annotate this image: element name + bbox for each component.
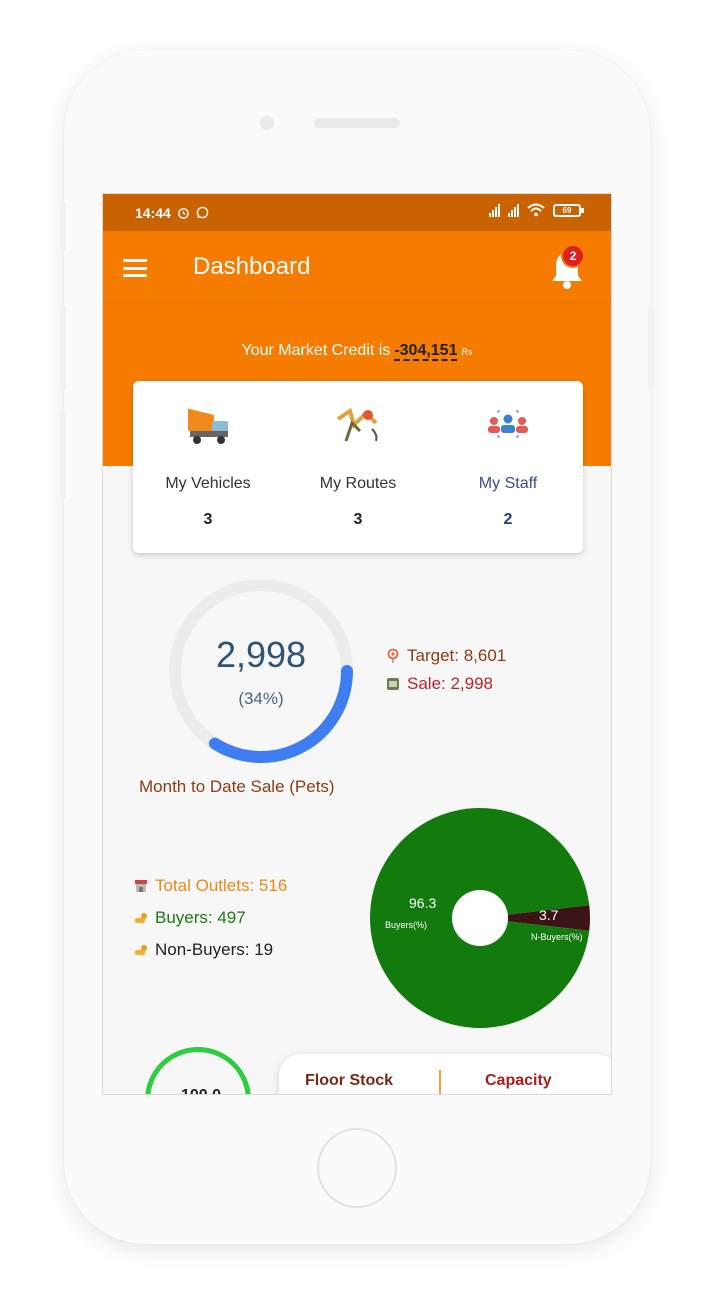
home-button[interactable] bbox=[317, 1128, 397, 1208]
card-label: My Staff bbox=[478, 475, 538, 492]
side-button bbox=[60, 412, 66, 498]
page-title: Dashboard bbox=[193, 253, 311, 280]
card-count: 3 bbox=[353, 511, 363, 528]
sale-text: Sale: 2,998 bbox=[407, 674, 494, 693]
hand-money-icon bbox=[135, 913, 147, 923]
my-vehicles-item[interactable]: My Vehicles 3 bbox=[133, 381, 283, 553]
divider bbox=[439, 1070, 441, 1094]
capacity-label: Capacity bbox=[485, 1072, 552, 1089]
card-label: My Vehicles bbox=[165, 475, 251, 492]
buyers-text: Buyers: 497 bbox=[155, 908, 246, 927]
stock-ring-text: 100.0 bbox=[161, 1087, 241, 1094]
non-buyers: Non-Buyers: 19 bbox=[133, 940, 273, 960]
gauge-progress-arc bbox=[208, 665, 353, 763]
market-credit: Your Market Credit is -304,151 Rs bbox=[103, 342, 611, 361]
pie-hole bbox=[452, 890, 508, 946]
signal-icon bbox=[489, 203, 500, 217]
notification-badge[interactable]: 2 bbox=[561, 244, 585, 268]
routes-icon bbox=[336, 407, 378, 442]
cash-icon bbox=[387, 678, 399, 690]
app-screen: 14:44 69 Dashboard 2 Your Market Credit … bbox=[102, 193, 612, 1095]
floor-stock-label: Floor Stock bbox=[305, 1072, 394, 1089]
power-button bbox=[648, 305, 654, 391]
floor-stock-card[interactable]: Floor Stock Capacity bbox=[279, 1054, 611, 1094]
total-outlets-text: Total Outlets: 516 bbox=[155, 876, 288, 895]
total-outlets: Total Outlets: 516 bbox=[133, 876, 287, 896]
target-text: Target: 8,601 bbox=[407, 646, 507, 665]
pie-buyers-label: Buyers(%) bbox=[385, 920, 427, 930]
buyers-pie-chart: 96.3 Buyers(%) 3.7 N-Buyers(%) bbox=[370, 808, 590, 1028]
my-staff-item[interactable]: My Staff 2 bbox=[433, 381, 583, 553]
status-bar: 14:44 69 bbox=[103, 194, 611, 231]
target-line: Target: 8,601 bbox=[385, 646, 506, 666]
alarm-icon bbox=[177, 208, 189, 219]
hand-money-icon bbox=[135, 945, 147, 955]
my-routes-item[interactable]: My Routes 3 bbox=[283, 381, 433, 553]
battery-icon: 69 bbox=[553, 203, 584, 217]
store-icon bbox=[135, 880, 147, 892]
whatsapp-icon bbox=[196, 206, 209, 219]
card-count: 2 bbox=[503, 511, 513, 528]
nonbuyers-text: Non-Buyers: 19 bbox=[155, 940, 274, 959]
buyers: Buyers: 497 bbox=[133, 908, 246, 928]
camera bbox=[260, 116, 274, 130]
sale-value: 2,998 bbox=[215, 634, 307, 675]
volume-down-button bbox=[60, 305, 66, 391]
volume-up-button bbox=[60, 202, 66, 250]
menu-icon[interactable] bbox=[123, 259, 147, 277]
card-label: My Routes bbox=[319, 475, 397, 492]
card-count: 3 bbox=[203, 511, 213, 528]
credit-amount[interactable]: -304,151 bbox=[394, 342, 458, 361]
credit-unit: Rs bbox=[461, 347, 473, 357]
signal-icon-2 bbox=[508, 203, 519, 217]
pie-nonbuyers-value: 3.7 bbox=[539, 907, 559, 923]
status-time: 14:44 bbox=[135, 204, 171, 221]
credit-label: Your Market Credit is bbox=[241, 342, 391, 359]
speaker bbox=[314, 118, 400, 128]
pie-nonbuyers-label: N-Buyers(%) bbox=[531, 932, 583, 942]
staff-icon bbox=[488, 410, 528, 438]
sale-title: Month to Date Sale (Pets) bbox=[139, 777, 335, 796]
pie-buyers-value: 96.3 bbox=[409, 895, 436, 911]
sale-line: Sale: 2,998 bbox=[385, 674, 493, 694]
summary-card: My Vehicles 3 My Routes 3 My Staff 2 bbox=[133, 381, 583, 553]
truck-icon bbox=[188, 408, 228, 444]
sale-percent: (34%) bbox=[238, 689, 284, 708]
app-bar: Dashboard bbox=[103, 231, 611, 303]
wifi-icon bbox=[527, 203, 545, 217]
target-pin-icon bbox=[387, 648, 399, 663]
